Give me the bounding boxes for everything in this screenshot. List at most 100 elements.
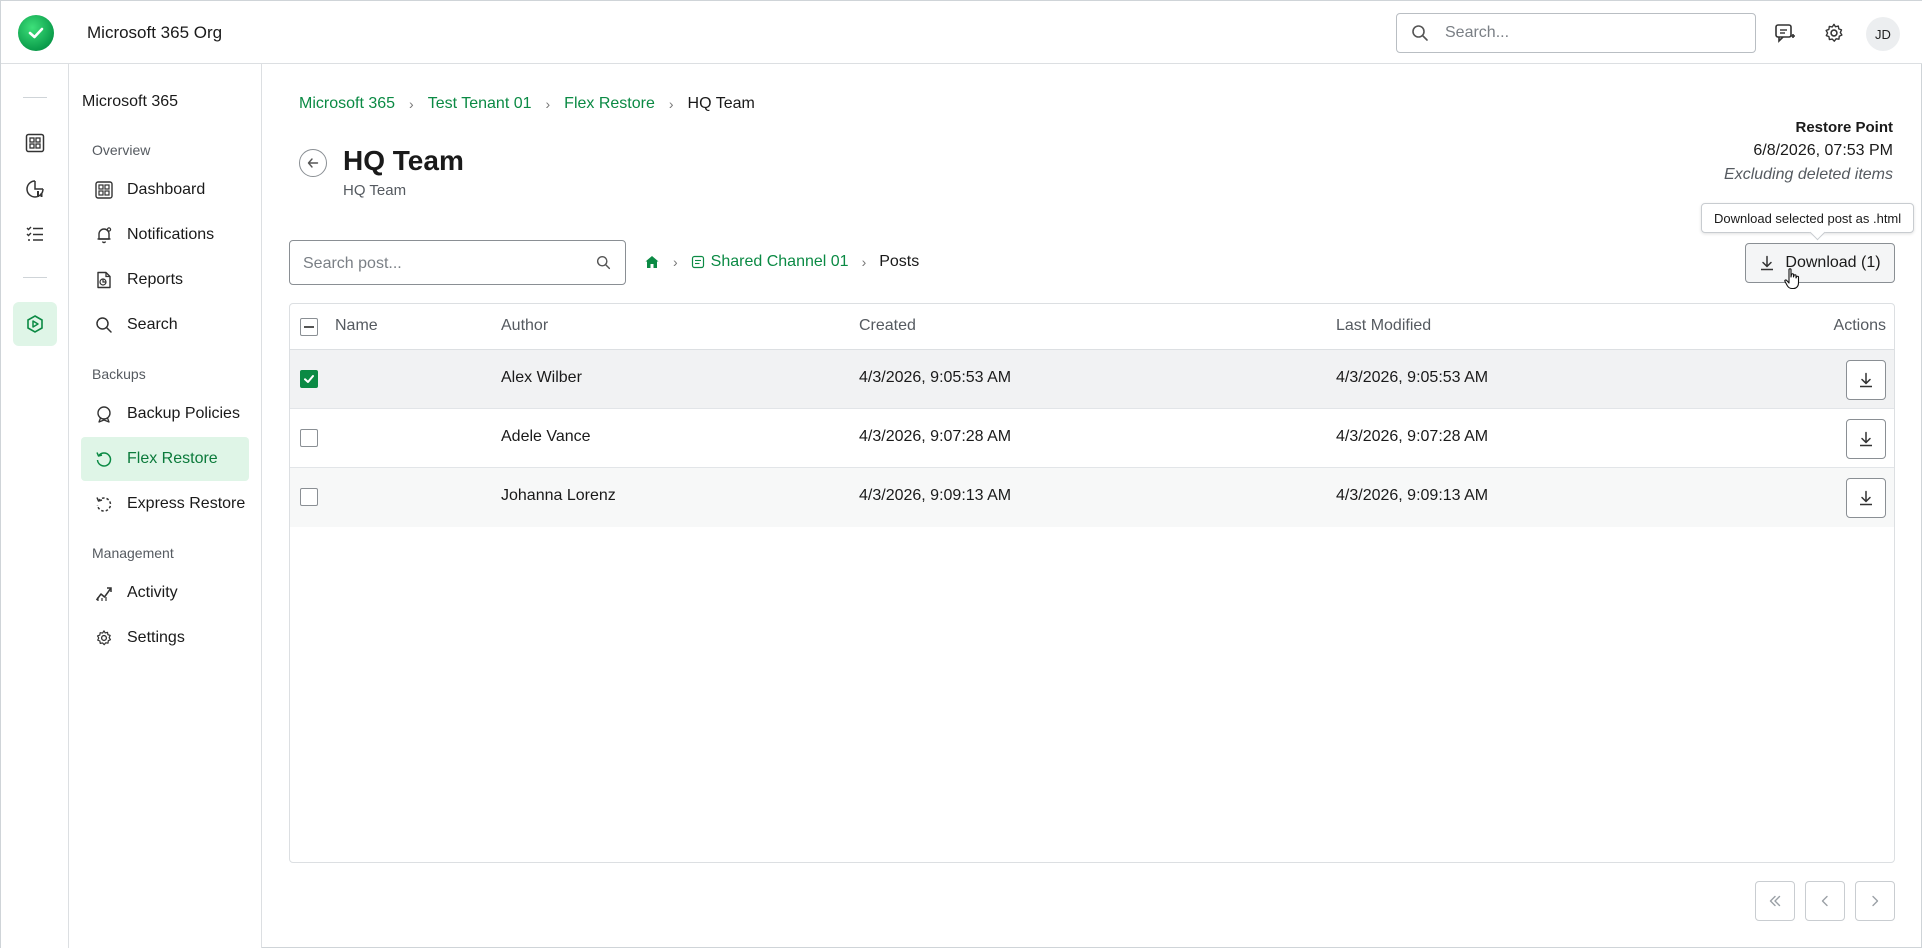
nav-item-backup-policies[interactable]: Backup Policies <box>81 392 249 436</box>
nav-section-backups: Backups <box>92 366 146 382</box>
global-search[interactable] <box>1396 13 1756 53</box>
table-header: Name Author Created Last Modified Action… <box>290 304 1894 350</box>
cell-author: Johanna Lorenz <box>501 487 616 504</box>
rail-m365-icon[interactable] <box>13 302 57 346</box>
table-row[interactable]: Adele Vance 4/3/2026, 9:07:28 AM 4/3/202… <box>290 409 1894 468</box>
column-header-last-modified[interactable]: Last Modified <box>1336 317 1431 335</box>
row-checkbox[interactable] <box>300 370 318 388</box>
org-title: Microsoft 365 Org <box>87 23 223 42</box>
search-icon <box>1411 24 1429 47</box>
cell-author: Adele Vance <box>501 428 591 445</box>
app-logo[interactable] <box>18 15 54 51</box>
select-all-checkbox[interactable] <box>300 318 318 336</box>
row-download-button[interactable] <box>1846 360 1886 400</box>
chevrons-left-icon <box>1769 895 1781 907</box>
path-channel-link[interactable]: Shared Channel 01 <box>691 253 849 271</box>
nav-item-label: Express Restore <box>127 495 246 512</box>
rail-divider <box>23 97 47 98</box>
activity-icon <box>93 582 115 604</box>
avatar[interactable]: JD <box>1866 17 1900 51</box>
page-subtitle: HQ Team <box>343 182 407 199</box>
back-button[interactable] <box>299 149 327 177</box>
next-page-button[interactable] <box>1855 881 1895 921</box>
posts-table: Name Author Created Last Modified Action… <box>289 303 1895 863</box>
nav-item-label: Dashboard <box>127 181 206 198</box>
nav-item-reports[interactable]: Reports <box>81 258 249 302</box>
column-header-author[interactable]: Author <box>501 317 548 335</box>
icon-rail <box>1 64 69 948</box>
rail-divider <box>23 277 47 278</box>
chevron-right-icon: › <box>673 254 678 270</box>
nav-title: Microsoft 365 <box>82 93 179 110</box>
chevron-right-icon: › <box>545 96 551 112</box>
gear-icon <box>93 627 115 649</box>
row-download-button[interactable] <box>1846 478 1886 518</box>
nav-item-label: Settings <box>127 629 185 646</box>
dashboard-icon <box>93 179 115 201</box>
global-search-input[interactable] <box>1445 22 1735 44</box>
nav-item-express-restore[interactable]: Express Restore <box>81 482 249 526</box>
path-current: Posts <box>879 253 920 270</box>
post-search-input[interactable] <box>303 253 583 275</box>
nav-item-settings[interactable]: Settings <box>81 616 249 660</box>
nav-item-label: Search <box>127 316 178 333</box>
app-window: Microsoft 365 Org JD <box>0 0 1922 948</box>
download-icon <box>1860 490 1872 506</box>
top-bar: Microsoft 365 Org JD <box>1 1 1922 64</box>
rail-dashboard-icon[interactable] <box>13 121 57 165</box>
column-header-created[interactable]: Created <box>859 317 916 335</box>
gear-icon[interactable] <box>1820 19 1848 47</box>
chat-icon[interactable] <box>1771 19 1799 47</box>
restore-point-datetime: 6/8/2026, 07:53 PM <box>1753 142 1893 159</box>
nav-item-flex-restore[interactable]: Flex Restore <box>81 437 249 481</box>
arrow-left-icon <box>307 158 319 168</box>
cell-created: 4/3/2026, 9:05:53 AM <box>859 369 1012 386</box>
nav-item-search[interactable]: Search <box>81 303 249 347</box>
check-icon <box>304 375 314 383</box>
download-tooltip: Download selected post as .html <box>1701 203 1915 233</box>
table-row[interactable]: Johanna Lorenz 4/3/2026, 9:09:13 AM 4/3/… <box>290 468 1894 527</box>
column-header-name[interactable]: Name <box>335 317 378 335</box>
previous-page-button[interactable] <box>1805 881 1845 921</box>
pointer-cursor-icon <box>1783 267 1803 296</box>
nav-panel: Microsoft 365 Overview Dashboard Notific… <box>69 64 262 948</box>
download-icon <box>1761 255 1774 271</box>
chevron-left-icon <box>1821 895 1828 907</box>
path-channel-label: Shared Channel 01 <box>710 253 849 270</box>
breadcrumb-link[interactable]: Flex Restore <box>564 95 655 113</box>
row-download-button[interactable] <box>1846 419 1886 459</box>
cell-last-modified: 4/3/2026, 9:07:28 AM <box>1336 428 1489 445</box>
download-icon <box>1860 372 1872 388</box>
nav-item-dashboard[interactable]: Dashboard <box>81 168 249 212</box>
home-icon[interactable] <box>644 254 660 270</box>
restore-point-label: Restore Point <box>1795 119 1893 136</box>
cell-created: 4/3/2026, 9:09:13 AM <box>859 487 1012 504</box>
rail-tasks-icon[interactable] <box>13 212 57 256</box>
rail-analytics-icon[interactable] <box>13 167 57 211</box>
nav-item-label: Activity <box>127 584 178 601</box>
column-header-actions: Actions <box>1833 317 1886 334</box>
nav-section-management: Management <box>92 545 174 561</box>
nav-item-label: Backup Policies <box>127 405 240 422</box>
nav-section-overview: Overview <box>92 142 151 158</box>
post-search[interactable] <box>289 240 626 285</box>
first-page-button[interactable] <box>1755 881 1795 921</box>
chevron-right-icon: › <box>861 254 867 270</box>
nav-item-notifications[interactable]: Notifications <box>81 213 249 257</box>
nav-item-label: Notifications <box>127 226 215 243</box>
restore-point-note: Excluding deleted items <box>1724 166 1893 183</box>
breadcrumb: Microsoft 365 › Test Tenant 01 › Flex Re… <box>299 95 755 113</box>
nav-item-label: Reports <box>127 271 184 288</box>
download-button[interactable]: Download (1) <box>1745 243 1895 283</box>
nav-item-activity[interactable]: Activity <box>81 571 249 615</box>
restore-icon <box>93 448 115 470</box>
breadcrumb-link[interactable]: Microsoft 365 <box>299 95 395 113</box>
row-checkbox[interactable] <box>300 429 318 447</box>
cell-author: Alex Wilber <box>501 369 582 386</box>
search-icon[interactable] <box>596 255 611 275</box>
table-row[interactable]: Alex Wilber 4/3/2026, 9:05:53 AM 4/3/202… <box>290 350 1894 409</box>
row-checkbox[interactable] <box>300 488 318 506</box>
breadcrumb-link[interactable]: Test Tenant 01 <box>428 95 532 113</box>
chevron-right-icon <box>1872 895 1879 907</box>
policy-icon <box>93 403 115 425</box>
